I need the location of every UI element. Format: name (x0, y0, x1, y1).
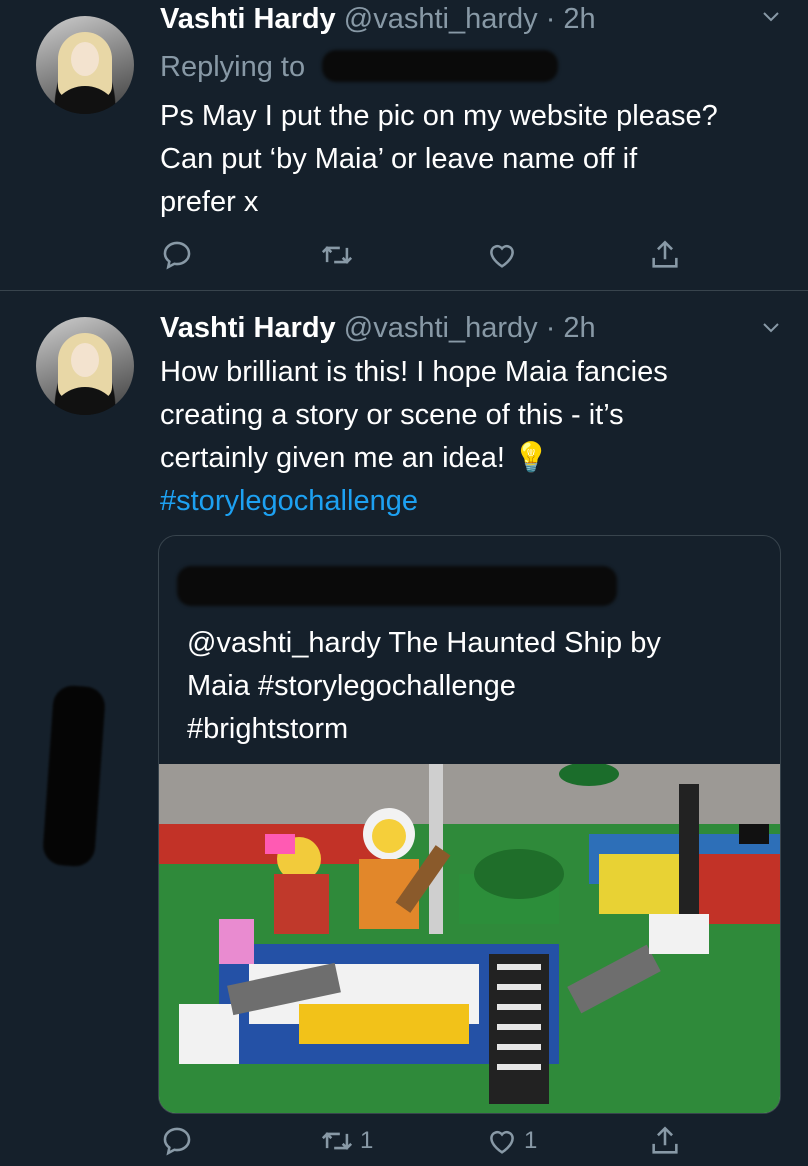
retweet-icon (321, 246, 353, 264)
avatar-face (71, 42, 99, 76)
author-handle[interactable]: @vashti_hardy (344, 3, 538, 35)
reply-icon (163, 241, 191, 270)
share-button[interactable] (648, 238, 682, 272)
tweet-text-line: How brilliant is this! I hope Maia fanci… (160, 356, 668, 388)
avatar[interactable] (36, 317, 134, 415)
reply-button[interactable] (160, 1124, 198, 1158)
reply-icon (163, 1127, 191, 1156)
reply-button[interactable] (160, 238, 198, 272)
chevron-down-icon[interactable] (762, 8, 780, 26)
tweet-time[interactable]: · 2h (546, 312, 596, 344)
avatar-face (71, 343, 99, 377)
tweet-header: Vashti Hardy @vashti_hardy · 2h (160, 311, 596, 345)
avatar[interactable] (36, 16, 134, 114)
tweet-actions: 1 1 (0, 1124, 808, 1164)
tweet-header: Vashti Hardy @vashti_hardy · 2h (160, 2, 596, 36)
tweet-text: Ps May I put the pic on my website pleas… (160, 95, 718, 224)
chevron-down-icon[interactable] (762, 319, 780, 337)
quoted-text-line: #brightstorm (187, 713, 349, 745)
tweet-1[interactable]: Vashti Hardy @vashti_hardy · 2h Replying… (0, 0, 808, 290)
like-button[interactable]: 1 (484, 1124, 537, 1158)
lego-scene-photo[interactable] (159, 764, 780, 1113)
retweet-count: 1 (360, 1127, 374, 1154)
like-button[interactable] (484, 238, 524, 272)
redacted-quoted-author (177, 566, 617, 606)
tweet-text-line: prefer x (160, 186, 259, 218)
tweet-text-line: Ps May I put the pic on my website pleas… (160, 100, 718, 132)
share-icon (652, 240, 678, 268)
tweet-actions (0, 238, 808, 278)
tweet-text-line: certainly given me an idea! 💡 (160, 437, 668, 480)
tweet-time[interactable]: · 2h (546, 3, 596, 35)
like-icon (490, 1130, 514, 1154)
share-button[interactable] (648, 1124, 682, 1158)
quoted-text-line: @vashti_hardy The Haunted Ship by (187, 627, 661, 659)
redaction-mark (41, 684, 107, 868)
hashtag-link[interactable]: #storylegochallenge (160, 480, 668, 523)
redacted-mention (322, 50, 558, 82)
retweet-button[interactable]: 1 (318, 1124, 373, 1158)
like-count: 1 (524, 1127, 538, 1154)
quoted-text-line: Maia #storylegochallenge (187, 670, 516, 702)
tweet-text-segment: certainly given me an idea! (160, 442, 514, 474)
retweet-icon (321, 1132, 353, 1150)
author-name[interactable]: Vashti Hardy (160, 312, 336, 344)
quoted-tweet-text: @vashti_hardy The Haunted Ship by Maia #… (187, 622, 661, 751)
retweet-button[interactable] (318, 238, 360, 272)
author-name[interactable]: Vashti Hardy (160, 3, 336, 35)
lego-scene-illustration (159, 764, 780, 1113)
tweet-text: How brilliant is this! I hope Maia fanci… (160, 351, 668, 523)
author-handle[interactable]: @vashti_hardy (344, 312, 538, 344)
quoted-tweet-card[interactable]: @vashti_hardy The Haunted Ship by Maia #… (158, 535, 781, 1114)
share-icon (652, 1126, 678, 1154)
replying-to-label: Replying to (160, 51, 306, 83)
like-icon (490, 244, 514, 268)
tweet-text-line: Can put ‘by Maia’ or leave name off if (160, 143, 638, 175)
tweet-text-line: creating a story or scene of this - it’s (160, 399, 624, 431)
lightbulb-icon: 💡 (513, 442, 550, 474)
